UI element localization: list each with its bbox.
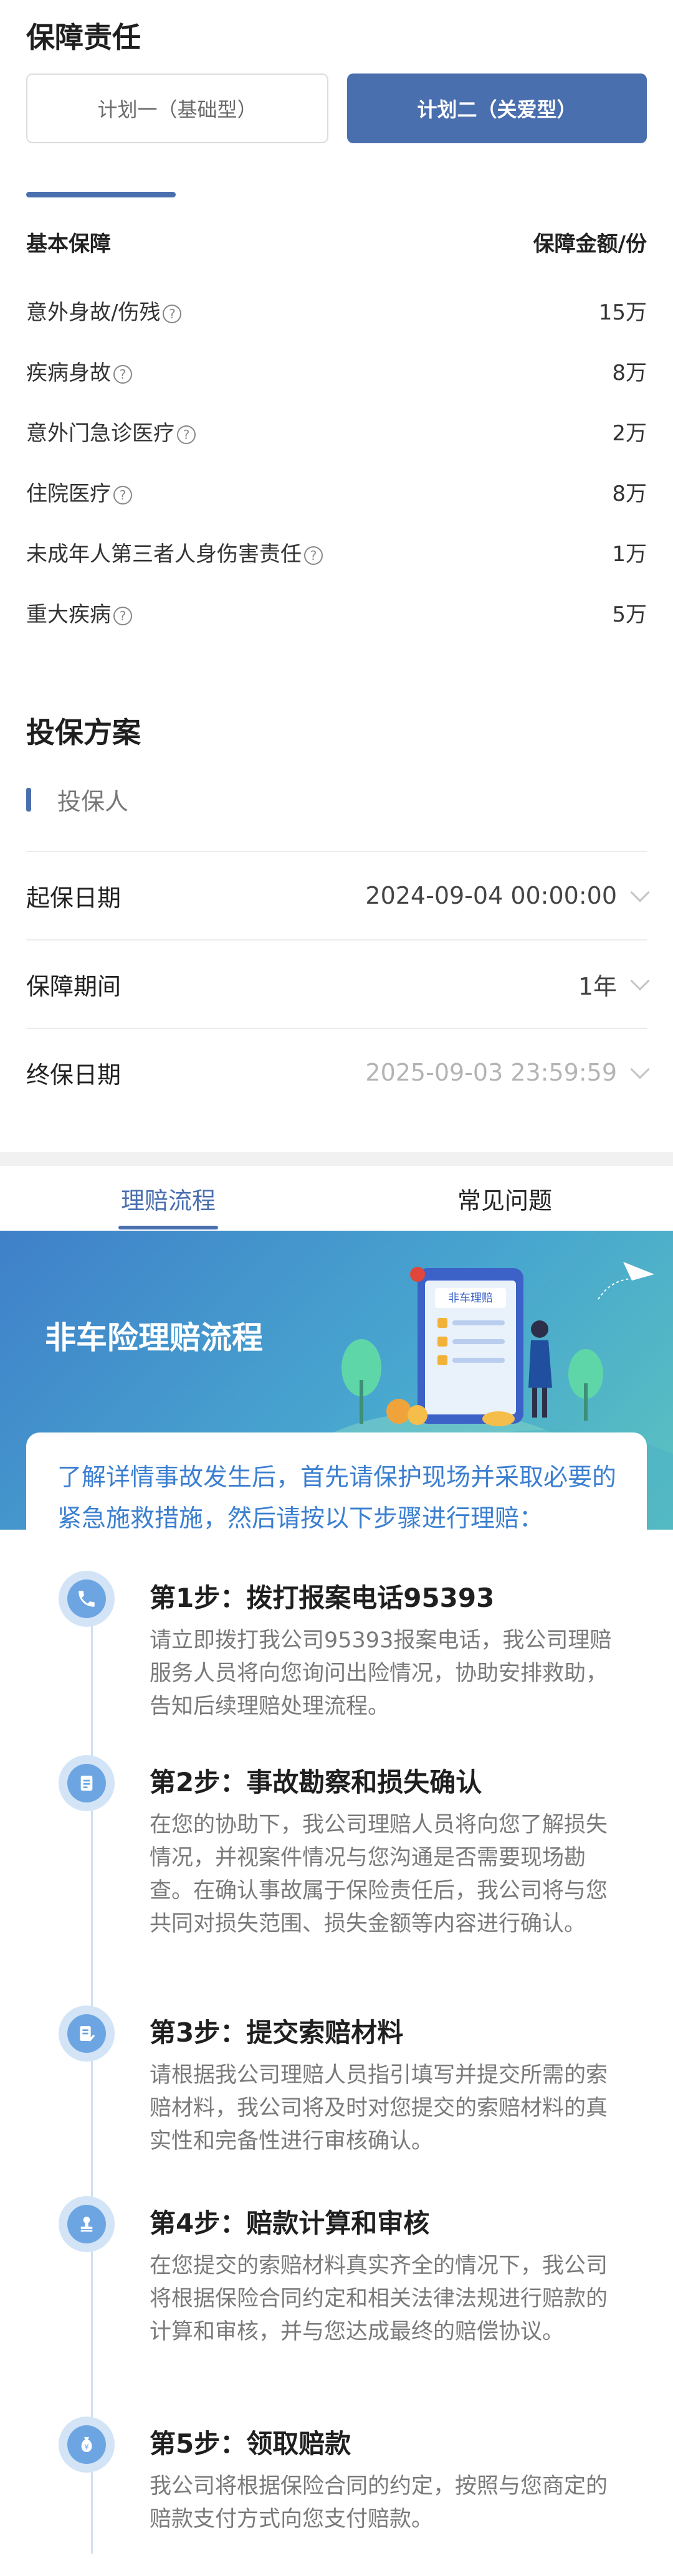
end-date-value: 2025-09-03 23:59:59 — [365, 1059, 617, 1086]
step-description: 我公司将根据保险合同的约定，按照与您商定的赔款支付方式向您支付赔款。 — [150, 2474, 608, 2532]
coverage-item-amount: 5万 — [612, 602, 647, 627]
claim-illustration: 非车理赔 — [341, 1262, 654, 1426]
step-title: 第3步：提交索赔材料 — [150, 2017, 404, 2048]
claim-process-card: 了解详情事故发生后，首先请保护现场并采取必要的紧急施救措施，然后请按以下步骤进行… — [26, 1432, 647, 2576]
coverage-item-name: 住院医疗 — [26, 481, 111, 506]
plan-section-title: 投保方案 — [26, 716, 141, 749]
step-description: 在您提交的索赔材料真实齐全的情况下，我公司将根据保险合同约定和相关法律法规进行赔… — [150, 2253, 608, 2344]
end-date-row: 终保日期 2025-09-03 23:59:59 — [26, 1029, 650, 1116]
plan-selector: 计划一（基础型） 计划二（关爱型） — [26, 73, 647, 143]
start-date-row[interactable]: 起保日期 2024-09-04 00:00:00 — [26, 852, 650, 939]
coverage-item-amount: 1万 — [612, 542, 647, 567]
coverage-row: 住院医疗? 8万 — [26, 476, 647, 507]
plan-care-button[interactable]: 计划二（关爱型） — [347, 73, 647, 143]
start-date-value: 2024-09-04 00:00:00 — [365, 882, 617, 909]
coverage-row: 重大疾病? 5万 — [26, 597, 647, 628]
phone-icon — [59, 1571, 115, 1627]
stamp-icon — [59, 2196, 115, 2252]
coverage-title: 保障责任 — [26, 21, 141, 54]
coverage-row: 疾病身故? 8万 — [26, 356, 647, 386]
coverage-item-name: 未成年人第三者人身伤害责任 — [26, 542, 302, 567]
tab-faq[interactable]: 常见问题 — [336, 1166, 673, 1231]
question-circle-icon[interactable]: ? — [163, 304, 182, 323]
insured-label: 投保人 — [57, 788, 129, 815]
money-bag-icon: ¥ — [59, 2417, 115, 2473]
step-title: 第4步：赔款计算和审核 — [150, 2208, 430, 2238]
start-date-label: 起保日期 — [26, 884, 122, 912]
section-separator — [0, 1152, 673, 1166]
coverage-item-amount: 15万 — [598, 300, 647, 325]
chevron-down-icon — [630, 883, 650, 902]
chevron-down-icon — [630, 971, 650, 991]
coverage-item-amount: 2万 — [612, 421, 647, 446]
step-description: 请根据我公司理赔人员指引填写并提交所需的索赔材料，我公司将及时对您提交的索赔材料… — [150, 2063, 608, 2154]
coverage-period-value: 1年 — [578, 972, 617, 1000]
coverage-item-name: 重大疾病 — [26, 602, 111, 627]
question-circle-icon[interactable]: ? — [304, 546, 323, 565]
active-tab-indicator — [118, 1226, 218, 1229]
coverage-period-label: 保障期间 — [26, 972, 122, 1000]
plan-basic-button[interactable]: 计划一（基础型） — [26, 73, 328, 143]
question-circle-icon[interactable]: ? — [177, 425, 196, 444]
step-title: 第1步：拨打报案电话95393 — [150, 1583, 495, 1613]
question-circle-icon[interactable]: ? — [113, 364, 132, 384]
question-circle-icon[interactable]: ? — [113, 485, 132, 504]
claim-intro-text: 了解详情事故发生后，首先请保护现场并采取必要的紧急施救措施，然后请按以下步骤进行… — [57, 1464, 617, 1533]
coverage-item-name: 意外身故/伤残 — [26, 300, 161, 325]
banner-title: 非车险理赔流程 — [45, 1320, 263, 1356]
step-title: 第5步：领取赔款 — [150, 2428, 351, 2459]
document-icon — [59, 1755, 115, 1811]
step-description: 在您的协助下，我公司理赔人员将向您了解损失情况，并视案件情况与您沟通是否需要现场… — [150, 1812, 608, 1936]
coverage-header-left: 基本保障 — [26, 232, 111, 257]
phone-screen-label: 非车理赔 — [448, 1292, 493, 1305]
chevron-down-icon — [630, 1059, 650, 1079]
coverage-period-row[interactable]: 保障期间 1年 — [26, 940, 650, 1028]
step-title: 第2步：事故勘察和损失确认 — [150, 1767, 482, 1797]
coverage-item-name: 疾病身故 — [26, 361, 111, 386]
coverage-row: 意外身故/伤残? 15万 — [26, 295, 647, 326]
coverage-row: 未成年人第三者人身伤害责任? 1万 — [26, 537, 647, 567]
svg-text:¥: ¥ — [84, 2443, 89, 2451]
tab-claim-process[interactable]: 理赔流程 — [0, 1166, 336, 1231]
coverage-header: 基本保障 保障金额/份 — [26, 227, 647, 257]
form-check-icon — [59, 2005, 115, 2062]
coverage-item-name: 意外门急诊医疗 — [26, 421, 174, 446]
step-description: 请立即拨打我公司95393报案电话，我公司理赔服务人员将向您询问出险情况，协助安… — [150, 1628, 612, 1719]
section-accent-bar — [26, 787, 31, 812]
insured-subheader: 投保人 — [26, 782, 128, 817]
end-date-label: 终保日期 — [26, 1061, 122, 1089]
plan-scroll-indicator — [26, 192, 176, 197]
timeline-line — [91, 1582, 93, 2554]
coverage-item-amount: 8万 — [612, 361, 647, 386]
coverage-item-amount: 8万 — [612, 481, 647, 506]
coverage-row: 意外门急诊医疗? 2万 — [26, 416, 647, 447]
coverage-header-right: 保障金额/份 — [533, 232, 647, 257]
question-circle-icon[interactable]: ? — [113, 606, 132, 625]
